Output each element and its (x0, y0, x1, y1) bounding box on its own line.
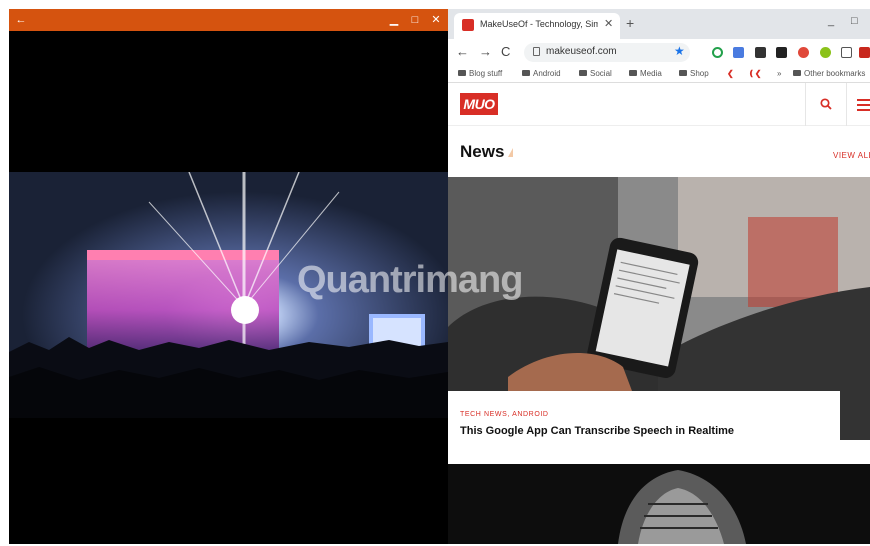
browser-minimize-icon[interactable]: _ (828, 15, 834, 27)
extension-red-icon[interactable] (798, 47, 809, 58)
tab-strip: MakeUseOf - Technology, Simplified ✕ + _… (448, 9, 870, 39)
browser-tab[interactable]: MakeUseOf - Technology, Simplified ✕ (454, 13, 620, 39)
tab-title: MakeUseOf - Technology, Simplified (480, 19, 598, 29)
search-icon[interactable] (820, 98, 832, 110)
close-icon[interactable]: ✕ (426, 9, 446, 31)
bookmark-social[interactable]: Social (579, 69, 612, 78)
extension-docs-icon[interactable] (733, 47, 744, 58)
browser-toolbar: ← → C makeuseof.com ★ (448, 39, 870, 65)
bookmark-blog-stuff[interactable]: Blog stuff (458, 69, 502, 78)
muo-favicon-icon (462, 19, 474, 31)
second-article-art (448, 464, 870, 544)
second-article-image[interactable] (448, 464, 870, 544)
maximize-icon[interactable]: □ (405, 9, 425, 31)
site-header: MUO (448, 83, 870, 126)
extension-green-icon[interactable] (820, 47, 831, 58)
bookmarks-overflow-chevron[interactable]: » (777, 69, 781, 78)
muo-logo[interactable]: MUO (460, 93, 498, 115)
desktop-split-view: ← ▁ □ ✕ MakeUseOf - Technology, Sim ✕ + … (9, 9, 870, 544)
browser-maximize-icon[interactable]: □ (851, 15, 858, 27)
url-text: makeuseof.com (546, 46, 617, 57)
reload-button[interactable]: C (501, 44, 510, 59)
bookmark-media[interactable]: Media (629, 69, 662, 78)
folder-icon (522, 70, 530, 76)
article-card[interactable]: TECH NEWS, ANDROID This Google App Can T… (448, 391, 840, 471)
section-title: News (460, 142, 505, 161)
header-divider (805, 83, 806, 126)
folder-icon (579, 70, 587, 76)
folder-icon (793, 70, 801, 76)
photo-viewer-titlebar: ← ▁ □ ✕ (9, 9, 448, 31)
profile-avatar-icon[interactable] (859, 47, 870, 58)
folder-icon (458, 70, 466, 76)
folder-icon (629, 70, 637, 76)
bookmark-android[interactable]: Android (522, 69, 561, 78)
tab-close-icon[interactable]: ✕ (604, 17, 613, 30)
hamburger-menu-icon[interactable] (857, 99, 870, 114)
bookmark-star-icon[interactable]: ★ (674, 44, 685, 58)
forward-button[interactable]: → (479, 44, 492, 59)
view-all-link[interactable]: VIEW ALL (833, 151, 870, 160)
bookmark-red-icon-1[interactable]: ❮ (727, 69, 734, 78)
back-button[interactable]: ← (456, 44, 469, 59)
extension-shield-icon[interactable] (776, 47, 787, 58)
new-tab-button[interactable]: + (626, 15, 634, 31)
bookmark-other-bookmarks[interactable]: Other bookmarks (793, 69, 865, 78)
section-accent-icon (508, 148, 513, 157)
extension-grammar-icon[interactable] (712, 47, 723, 58)
minimize-icon[interactable]: ▁ (384, 9, 404, 31)
extension-square-icon[interactable] (841, 47, 852, 58)
bookmark-red-icon-2[interactable]: ❪❮ (748, 69, 761, 78)
article-title[interactable]: This Google App Can Transcribe Speech in… (460, 425, 734, 437)
lock-icon (533, 47, 540, 56)
address-bar[interactable]: makeuseof.com (524, 43, 690, 62)
extension-pocket-icon[interactable] (755, 47, 766, 58)
quantrimang-watermark: Quantrimang (297, 259, 523, 301)
bookmarks-bar: Blog stuff Android Social Media Shop ❮ ❪… (448, 65, 870, 83)
bookmark-shop[interactable]: Shop (679, 69, 709, 78)
folder-icon (679, 70, 687, 76)
header-divider (846, 83, 847, 126)
back-arrow-icon[interactable]: ← (11, 9, 31, 31)
news-section-header: News VIEW ALL (448, 126, 870, 180)
article-categories[interactable]: TECH NEWS, ANDROID (460, 411, 549, 418)
